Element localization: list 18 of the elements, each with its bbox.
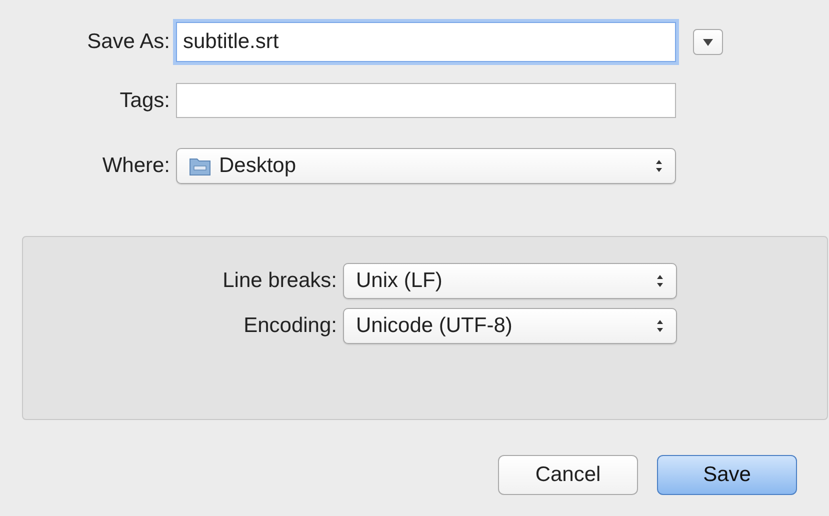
updown-arrows-icon [655,159,663,173]
tags-field[interactable] [176,83,676,118]
popup-button[interactable]: Unix (LF) [343,263,677,299]
updown-arrows-icon [656,319,664,333]
where-label: Where: [101,153,170,180]
save-as-label: Save As: [86,29,170,56]
option-label: Encoding: [242,313,337,340]
filename-field[interactable]: subtitle.srt [176,22,676,62]
popup-button[interactable]: Unicode (UTF-8) [343,308,677,344]
folder-icon [189,156,211,176]
expand-button[interactable] [693,29,723,55]
dialog-button[interactable]: Cancel [498,455,638,495]
dialog-button[interactable]: Save [657,455,797,495]
popup-button[interactable]: Desktop [176,148,676,184]
option-label: Line breaks: [222,268,337,294]
tags-label: Tags: [118,88,170,114]
updown-arrows-icon [656,274,664,288]
caret-icon [703,38,713,46]
